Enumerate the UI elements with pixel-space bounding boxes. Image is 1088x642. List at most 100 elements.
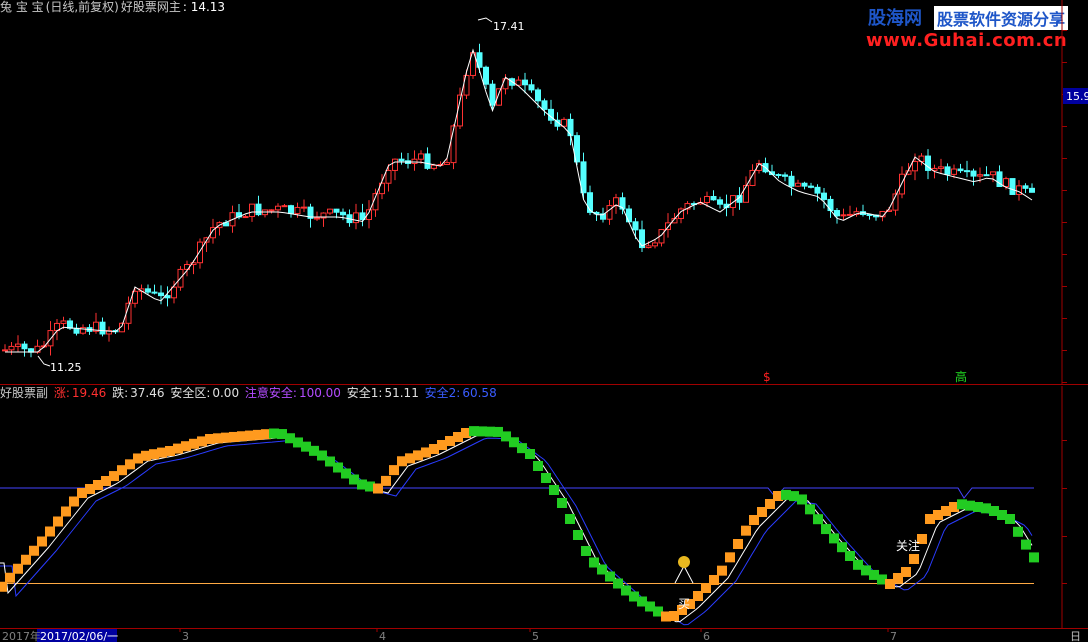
fall-block	[1005, 514, 1015, 524]
buy-coin-icon	[678, 556, 690, 568]
candle-body	[255, 203, 262, 216]
candle-body	[847, 213, 853, 216]
rise-block	[21, 554, 31, 565]
buy-label: 买	[678, 597, 690, 611]
candle-body	[827, 198, 834, 212]
candle-body	[340, 211, 346, 216]
time-label-2: 3	[182, 630, 189, 642]
candle-body	[489, 83, 496, 106]
candle-body	[418, 153, 424, 160]
candle-body	[535, 89, 541, 102]
candle-body	[938, 166, 944, 169]
fall-block	[549, 485, 559, 495]
stock-chart-window: 兔 宝 宝 (日线,前复权) 好股票网主: 14.13 股海网 股票软件资源分享 w…	[0, 0, 1088, 642]
candle-body	[606, 205, 613, 220]
rise-block	[389, 465, 399, 476]
candle-body	[398, 158, 405, 162]
candlestick-series	[2, 43, 1035, 358]
candle-body	[249, 203, 255, 218]
candle-body	[977, 174, 983, 177]
candle-body	[15, 343, 21, 347]
candle-body	[964, 170, 970, 173]
candle-body	[145, 288, 151, 293]
time-label-3: 4	[379, 630, 386, 642]
candle-body	[821, 192, 827, 200]
candle-body	[288, 205, 294, 215]
candle-body	[333, 208, 340, 213]
fall-block	[829, 533, 839, 544]
candle-body	[743, 184, 749, 203]
fall-block	[1013, 526, 1023, 537]
rise-block	[741, 525, 751, 536]
rise-block	[13, 563, 23, 574]
rise-block	[901, 567, 911, 577]
candle-body	[392, 158, 398, 171]
rise-block	[733, 539, 743, 549]
candle-body	[171, 286, 177, 299]
high-annotation: 17.41	[477, 17, 525, 33]
candle-body	[782, 174, 788, 177]
fall-block	[565, 514, 575, 524]
candle-body	[801, 182, 808, 187]
chart-canvas[interactable]: 17.41 11.25 15.9 $ 高 买 关注 2017年 2017/02/…	[0, 0, 1088, 642]
rise-block	[29, 545, 39, 556]
time-label-0: 2017年	[2, 629, 41, 642]
rise-block	[709, 575, 719, 585]
candle-body	[314, 217, 320, 220]
rise-block	[37, 536, 47, 547]
candle-body	[652, 242, 658, 247]
candle-body	[522, 79, 528, 86]
candle-body	[502, 78, 509, 90]
rise-block	[53, 516, 63, 527]
candle-body	[788, 175, 795, 187]
rise-block	[725, 552, 735, 563]
candle-body	[645, 245, 652, 249]
candle-body	[353, 212, 359, 224]
candle-body	[1022, 185, 1029, 189]
candle-body	[385, 169, 392, 184]
candle-body	[990, 171, 996, 176]
candle-body	[840, 214, 847, 217]
fall-block	[813, 514, 823, 525]
rise-block	[717, 565, 727, 576]
candle-body	[8, 345, 15, 351]
fall-block	[541, 473, 551, 483]
time-label-6: 7	[890, 630, 897, 642]
candle-body	[1029, 187, 1035, 193]
marker-s: $	[763, 370, 771, 384]
fall-block	[1029, 552, 1039, 563]
candle-body	[483, 66, 489, 85]
candle-body	[613, 197, 619, 207]
rise-block	[0, 581, 7, 592]
candle-body	[795, 182, 801, 187]
candle-body	[957, 168, 964, 172]
fall-block	[533, 461, 543, 471]
rise-block	[61, 506, 71, 517]
candle-body	[67, 320, 73, 329]
candle-body	[1009, 178, 1016, 195]
moving-average-line	[5, 48, 1033, 353]
rise-block	[381, 475, 391, 486]
candle-body	[912, 161, 918, 172]
candle-body	[983, 174, 990, 177]
candle-body	[99, 321, 106, 335]
marker-high: 高	[955, 369, 967, 384]
time-label-4: 5	[532, 630, 539, 642]
fall-block	[845, 551, 855, 561]
caution-line	[0, 487, 1034, 499]
safe2-line	[0, 437, 1033, 626]
candle-body	[944, 166, 951, 175]
candle-body	[710, 196, 717, 201]
watch-signal: 关注	[896, 538, 920, 553]
candle-body	[970, 170, 977, 177]
fall-block	[837, 542, 847, 553]
candle-body	[294, 206, 301, 215]
candle-body	[775, 174, 782, 177]
high-price-label: 17.41	[493, 20, 525, 33]
fall-block	[573, 530, 583, 540]
fall-block	[557, 498, 567, 508]
fall-block	[581, 546, 591, 556]
candle-body	[281, 205, 288, 208]
candle-body	[580, 161, 587, 194]
candle-body	[951, 168, 957, 175]
